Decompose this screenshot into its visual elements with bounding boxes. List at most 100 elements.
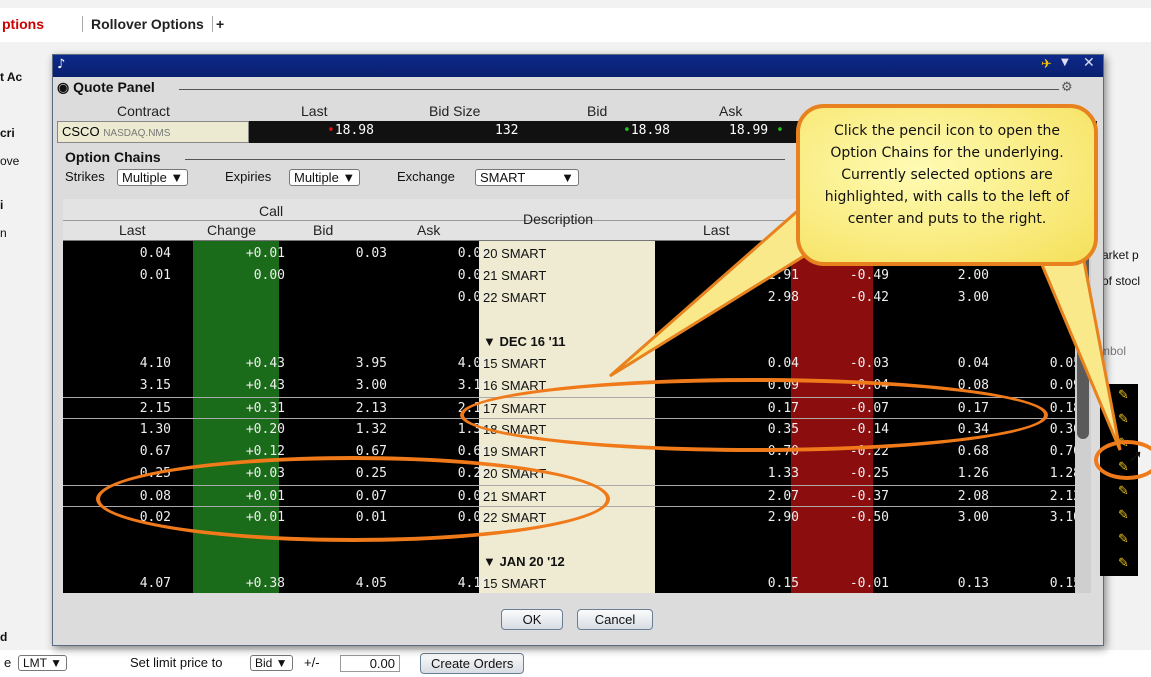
description-cell[interactable]: 19 SMART [483, 444, 546, 459]
strikes-select[interactable]: Multiple ▼ [117, 169, 189, 186]
call-cell[interactable]: 2.13 [327, 401, 387, 416]
call-cell[interactable]: 3.95 [327, 356, 387, 371]
call-cell[interactable]: 1.32 [327, 422, 387, 437]
description-cell[interactable]: 22 SMART [483, 290, 546, 305]
description-cell[interactable]: 15 SMART [483, 576, 546, 591]
put-cell[interactable]: -0.25 [829, 466, 889, 481]
call-cell[interactable]: +0.43 [225, 378, 285, 393]
put-cell[interactable]: 1.26 [929, 466, 989, 481]
put-cell[interactable]: 2.00 [929, 268, 989, 283]
limit-price-select[interactable]: Bid ▼ [250, 655, 293, 671]
table-row[interactable]: 4.10 +0.43 3.95 4.05 15 SMART 0.04 -0.03 0.04 0.… [63, 353, 1085, 375]
description-cell[interactable]: 21 SMART [483, 268, 546, 283]
description-cell[interactable]: 20 SMART [483, 246, 546, 261]
call-cell[interactable]: 4.10 [111, 356, 171, 371]
pencil-icon[interactable]: ✎ [1118, 556, 1129, 571]
order-type-select[interactable]: LMT ▼ [18, 655, 68, 671]
put-cell[interactable]: -0.03 [829, 356, 889, 371]
put-cell[interactable]: -0.49 [829, 268, 889, 283]
call-cell[interactable]: 0.68 [429, 444, 489, 459]
call-cell[interactable]: 0.01 [429, 268, 489, 283]
put-cell[interactable]: 1.28 [1021, 466, 1081, 481]
call-cell[interactable]: +0.43 [225, 356, 285, 371]
offset-label: +/- [304, 655, 320, 670]
call-header: Call [259, 203, 284, 219]
call-cell[interactable]: 0.00 [225, 268, 285, 283]
pin-icon[interactable]: ✈ [1041, 57, 1052, 72]
put-cell[interactable]: 0.68 [929, 444, 989, 459]
close-icon[interactable]: ✕ [1083, 55, 1095, 71]
put-cell[interactable]: 1.33 [739, 466, 799, 481]
call-cell[interactable]: +0.01 [225, 246, 285, 261]
highlight-oval-calls [96, 456, 610, 542]
call-cell[interactable]: 0.01 [111, 268, 171, 283]
cancel-button[interactable]: Cancel [577, 609, 653, 630]
call-cell[interactable]: 4.05 [429, 356, 489, 371]
call-last-header: Last [119, 222, 146, 238]
window-title-bar[interactable]: ♪ ✈ ▼ ✕ [53, 55, 1103, 77]
call-cell[interactable]: 0.02 [429, 290, 489, 305]
table-row[interactable]: ▼ JAN 20 '12 [63, 551, 1085, 573]
put-cell[interactable]: -0.50 [829, 510, 889, 525]
call-cell[interactable]: 4.05 [327, 576, 387, 591]
exchange-select[interactable]: SMART ▼ [475, 169, 579, 186]
call-cell[interactable]: 0.04 [429, 246, 489, 261]
put-cell[interactable]: 2.90 [739, 510, 799, 525]
call-cell[interactable]: 0.03 [327, 246, 387, 261]
call-cell[interactable]: +0.20 [225, 422, 285, 437]
table-row[interactable]: 0.0222 SMART2.98-0.423.003.0 [63, 287, 1085, 309]
put-cell[interactable]: 3.00 [929, 290, 989, 305]
col-last: Last [301, 103, 328, 119]
call-cell[interactable]: 4.10 [429, 576, 489, 591]
description-cell[interactable]: ▼ DEC 16 '11 [483, 334, 565, 349]
call-cell[interactable]: 1.30 [111, 422, 171, 437]
put-cell[interactable]: 2.07 [739, 489, 799, 504]
call-cell[interactable]: 2.15 [111, 401, 171, 416]
expiries-label: Expiries [225, 169, 272, 184]
call-cell[interactable]: 3.15 [111, 378, 171, 393]
put-cell[interactable]: 0.15 [739, 576, 799, 591]
tab-options[interactable]: ptions [2, 16, 44, 32]
ok-button[interactable]: OK [501, 609, 563, 630]
put-cell[interactable]: -0.01 [829, 576, 889, 591]
put-cell[interactable]: 3.00 [929, 510, 989, 525]
table-row[interactable]: 4.07 +0.38 4.05 4.10 15 SMART 0.15 -0.01 0.13 0.… [63, 573, 1085, 593]
tab-rollover-options[interactable]: Rollover Options [82, 16, 213, 32]
table-row[interactable]: ▼ DEC 16 '11 [63, 331, 1085, 353]
table-row[interactable]: 0.010.000.0121 SMART1.91-0.492.002. [63, 265, 1085, 287]
offset-input[interactable]: 0.00 [340, 655, 400, 672]
put-cell[interactable]: 2.12 [1021, 489, 1081, 504]
call-cell[interactable]: 3.10 [429, 378, 489, 393]
pencil-icon[interactable]: ✎ [1118, 484, 1129, 499]
chevron-down-icon[interactable]: ▼ [1061, 57, 1069, 68]
put-cell[interactable]: -0.37 [829, 489, 889, 504]
description-cell[interactable]: 15 SMART [483, 356, 546, 371]
table-row[interactable] [63, 309, 1085, 331]
quote-ask: 18.99 • [729, 123, 784, 138]
expiries-select[interactable]: Multiple ▼ [289, 169, 361, 186]
put-cell[interactable]: 3.10 [1021, 510, 1081, 525]
option-chains-divider [185, 159, 785, 160]
put-cell[interactable]: 0.15 [1021, 576, 1081, 591]
call-cell[interactable]: 3.00 [327, 378, 387, 393]
left-edge-text-4: i [0, 198, 4, 212]
put-cell[interactable]: 2.08 [929, 489, 989, 504]
call-cell[interactable]: +0.31 [225, 401, 285, 416]
put-cell[interactable]: 0.04 [929, 356, 989, 371]
call-cell[interactable]: 0.67 [111, 444, 171, 459]
create-orders-button[interactable]: Create Orders [420, 653, 525, 674]
add-tab-button[interactable]: + [216, 16, 224, 32]
quote-panel-title[interactable]: ◉ Quote Panel [57, 79, 155, 96]
description-cell[interactable]: ▼ JAN 20 '12 [483, 554, 565, 569]
call-cell[interactable]: 4.07 [111, 576, 171, 591]
call-cell[interactable]: 0.04 [111, 246, 171, 261]
contract-field[interactable]: CSCO NASDAQ.NMS [57, 121, 249, 143]
pencil-icon[interactable]: ✎ [1118, 508, 1129, 523]
call-cell[interactable]: +0.38 [225, 576, 285, 591]
left-edge-text-6: d [0, 630, 8, 644]
pencil-icon[interactable]: ✎ [1118, 532, 1129, 547]
put-cell[interactable]: 0.13 [929, 576, 989, 591]
put-cell[interactable]: -0.42 [829, 290, 889, 305]
call-cell[interactable]: +0.12 [225, 444, 285, 459]
settings-icon[interactable]: ⚙ [1061, 80, 1073, 95]
